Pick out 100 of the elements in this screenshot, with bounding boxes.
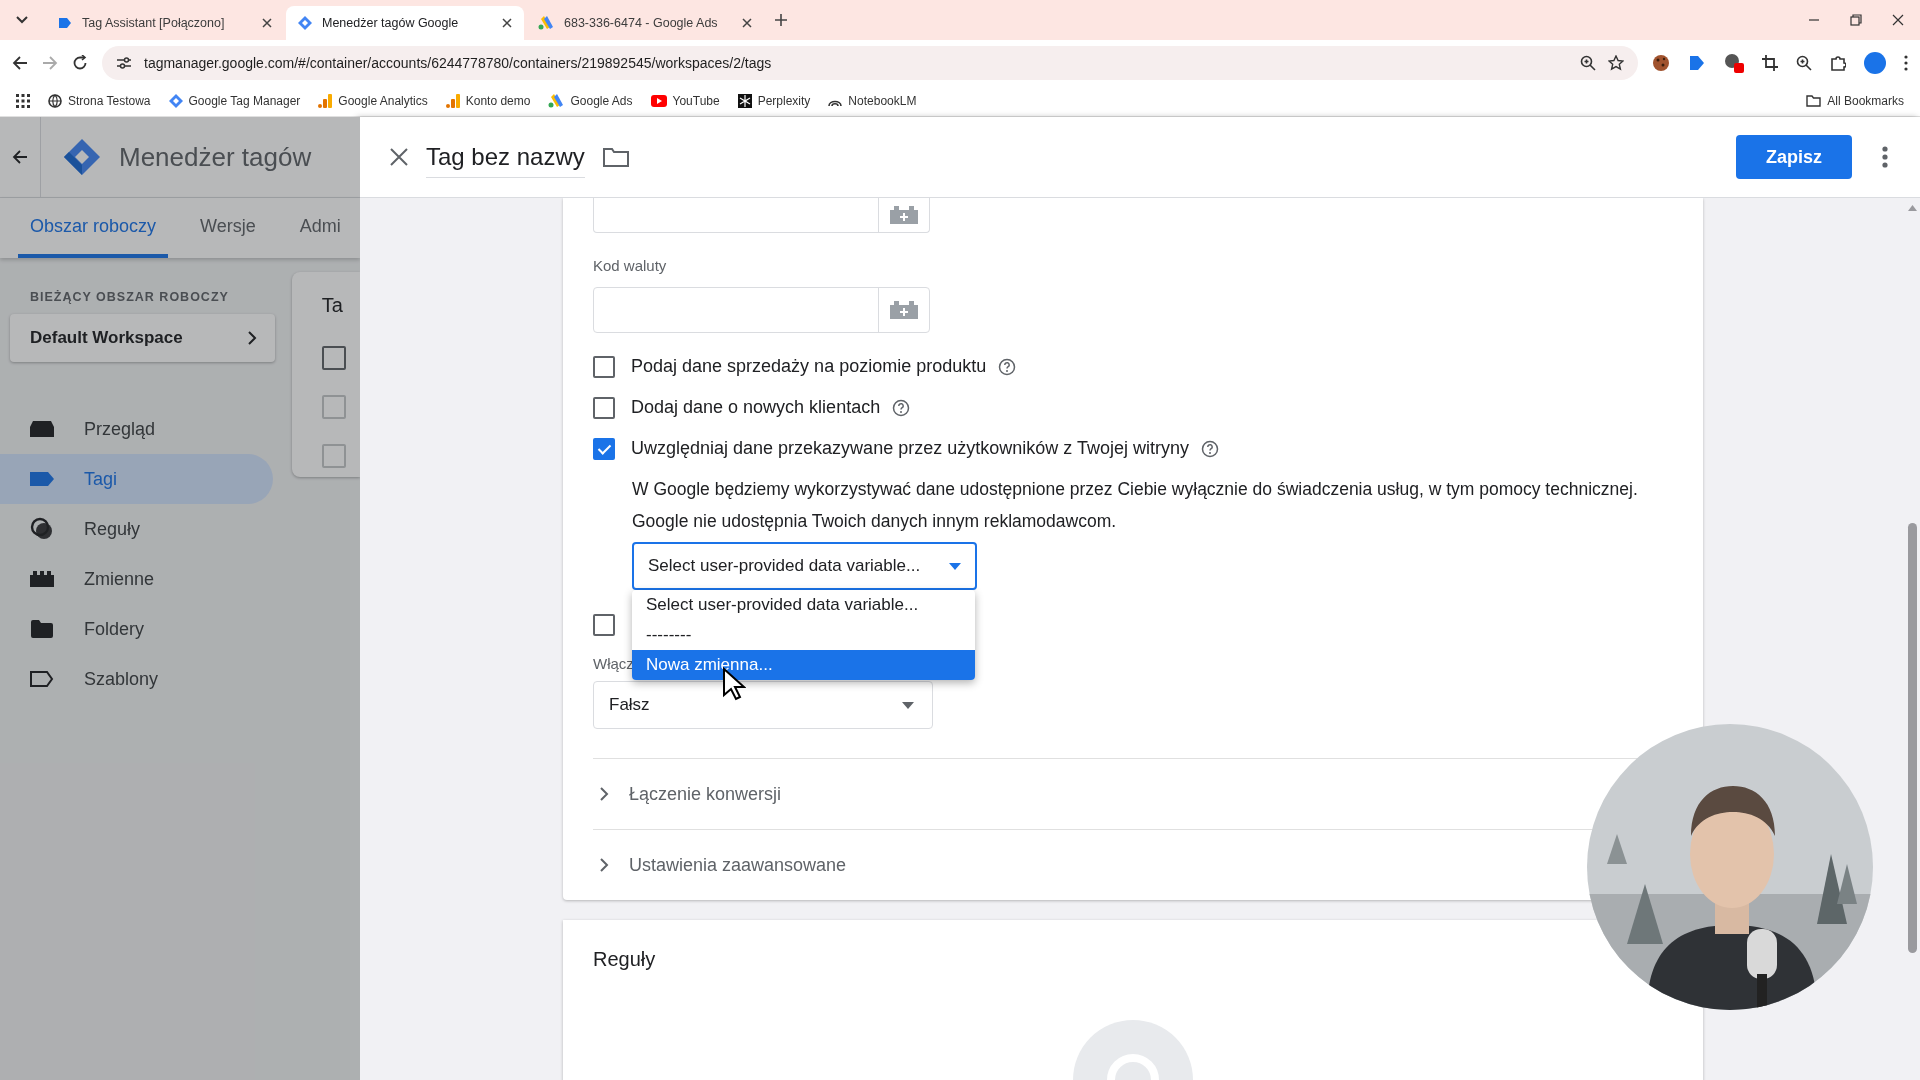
- star-icon[interactable]: [1608, 55, 1624, 71]
- dropdown-option[interactable]: --------: [632, 620, 975, 650]
- bookmark-link[interactable]: Konto demo: [465, 94, 531, 108]
- nav-tab[interactable]: Wersje: [188, 198, 268, 258]
- bookmark-link[interactable]: Google Ads: [570, 94, 633, 108]
- sidebar-item[interactable]: Zmienne: [0, 554, 273, 604]
- save-button[interactable]: Zapisz: [1736, 135, 1852, 179]
- brick-plus-icon[interactable]: [890, 206, 918, 224]
- checkbox-label[interactable]: Uwzględniaj dane przekazywane przez użytkowników z Twojej witryny: [631, 438, 1189, 459]
- diamond-icon: [168, 94, 183, 108]
- expandable-section[interactable]: Ustawienia zaawansowane: [599, 854, 847, 876]
- bookmark-link[interactable]: Google Tag Manager: [188, 94, 301, 108]
- close-icon[interactable]: [742, 18, 752, 28]
- checkbox[interactable]: [321, 395, 346, 419]
- chevron-icon[interactable]: [599, 787, 609, 801]
- checkbox[interactable]: [593, 396, 615, 419]
- tab-list-icon[interactable]: [16, 16, 28, 24]
- notice-text: W Google będziemy wykorzystywać dane udostępnione przez Ciebie wyłącznie do świadczenia usług, w tym pomocy technicznej.: [632, 478, 1639, 501]
- nav-tab[interactable]: Admi: [287, 198, 353, 258]
- help-icon[interactable]: [1200, 439, 1219, 458]
- checkbox[interactable]: [593, 437, 615, 460]
- zoom-icon[interactable]: [1580, 55, 1596, 71]
- caret-icon: [949, 562, 961, 570]
- more-icon[interactable]: [1882, 146, 1888, 168]
- chevron-icon: [247, 331, 257, 345]
- profile-avatar[interactable]: [1864, 52, 1886, 74]
- checkbox-label[interactable]: Podaj dane sprzedaży na poziomie produktu: [631, 356, 987, 377]
- site-settings-icon[interactable]: [116, 56, 132, 70]
- browser-tab[interactable]: Tag Assistant [Połączono]: [46, 6, 284, 40]
- workspace-selector[interactable]: Default Workspace: [10, 314, 275, 362]
- extension-badge-icon[interactable]: [1724, 53, 1744, 73]
- diamond-icon: [298, 16, 312, 30]
- help-icon[interactable]: [998, 357, 1017, 376]
- circles-icon: [30, 517, 54, 541]
- grid-logo-icon: [737, 94, 752, 108]
- bookmark-link[interactable]: Strona Testowa: [68, 94, 151, 108]
- sidebar-item[interactable]: Przegląd: [0, 404, 273, 454]
- cookie-icon[interactable]: [1652, 54, 1670, 72]
- help-icon[interactable]: [892, 398, 911, 417]
- sidebar-item[interactable]: Szablony: [0, 654, 273, 704]
- folder-icon[interactable]: [602, 147, 629, 167]
- caret-icon: [902, 701, 914, 709]
- reload-icon[interactable]: [72, 55, 88, 71]
- field-label: Włącz: [593, 655, 634, 672]
- address-bar[interactable]: tagmanager.google.com/#/container/accounts/6244778780/containers/219892545/workspaces/2/tags: [102, 46, 1638, 80]
- checkbox[interactable]: [321, 346, 346, 370]
- zoom-icon[interactable]: [1796, 55, 1812, 71]
- sidebar-item[interactable]: Foldery: [0, 604, 273, 654]
- browser-tab[interactable]: 683-336-6474 - Google Ads: [526, 6, 764, 40]
- close-icon[interactable]: [390, 148, 408, 166]
- label-icon: [58, 17, 72, 29]
- bookmark-link[interactable]: NotebookLM: [848, 94, 917, 108]
- scrollbar-thumb[interactable]: [1908, 523, 1917, 953]
- dropdown-option[interactable]: Nowa zmienna...: [632, 650, 975, 680]
- card-title: Ta: [321, 294, 344, 318]
- input-field[interactable]: [593, 287, 930, 333]
- restore-icon[interactable]: [1850, 14, 1862, 26]
- close-icon[interactable]: [502, 18, 512, 28]
- globe-icon: [48, 94, 62, 108]
- close-icon[interactable]: [262, 18, 272, 28]
- brick-plus-icon[interactable]: [890, 301, 918, 319]
- back-icon[interactable]: [12, 149, 28, 165]
- expandable-section[interactable]: Łączenie konwersji: [599, 783, 782, 805]
- apps-grid-icon[interactable]: [16, 94, 30, 108]
- select-field[interactable]: Fałsz: [593, 681, 933, 729]
- bookmark-link[interactable]: All Bookmarks: [1827, 94, 1904, 108]
- tag-icon: [30, 472, 54, 486]
- bar-chart-icon: [445, 94, 460, 108]
- checkbox-label[interactable]: Dodaj dane o nowych klientach: [631, 397, 881, 418]
- puzzle-icon[interactable]: [1830, 55, 1846, 71]
- browser-tab[interactable]: Menedżer tagów Google: [286, 6, 524, 40]
- close-icon[interactable]: [1892, 14, 1904, 26]
- dropdown-option[interactable]: Select user-provided data variable...: [632, 590, 975, 620]
- play-icon: [650, 95, 667, 107]
- back-icon[interactable]: [12, 55, 28, 71]
- variable-select[interactable]: Select user-provided data variable...: [632, 542, 977, 590]
- bookmark-link[interactable]: Perplexity: [757, 94, 811, 108]
- folder-icon: [31, 620, 53, 638]
- chevron-icon[interactable]: [599, 858, 609, 872]
- checkbox[interactable]: [593, 614, 615, 636]
- folder-icon[interactable]: [1806, 95, 1822, 107]
- sidebar-item[interactable]: Reguły: [0, 504, 273, 554]
- tray-icon: [30, 420, 54, 438]
- tag-icon[interactable]: [1688, 54, 1706, 72]
- tag-name-field[interactable]: Tag bez nazwy: [426, 136, 585, 178]
- new-tab-icon[interactable]: [774, 13, 788, 27]
- bookmark-link[interactable]: Google Analytics: [338, 94, 428, 108]
- diamond-logo-icon: [63, 138, 101, 176]
- input-field[interactable]: [593, 198, 930, 233]
- notice-text: Google nie udostępnia Twoich danych innym reklamodawcom.: [632, 510, 1118, 533]
- checkbox[interactable]: [593, 355, 615, 378]
- section-heading: BIEŻĄCY OBSZAR ROBOCZY: [30, 290, 230, 304]
- triangle-icon: [548, 94, 565, 108]
- crop-icon[interactable]: [1762, 55, 1778, 71]
- nav-tab[interactable]: Obszar roboczy: [18, 198, 169, 258]
- bookmark-link[interactable]: YouTube: [672, 94, 720, 108]
- checkbox[interactable]: [321, 444, 346, 468]
- triangle-icon: [538, 16, 554, 30]
- brick-icon: [30, 571, 54, 587]
- menu-icon[interactable]: [1904, 55, 1908, 71]
